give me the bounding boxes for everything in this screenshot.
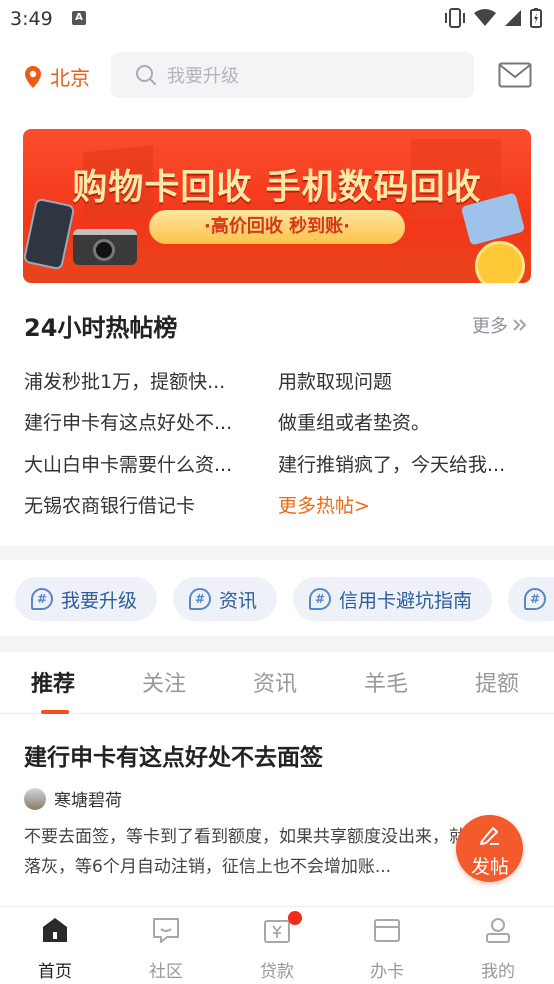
hot-posts-title: 24小时热帖榜: [24, 314, 178, 342]
hot-post-item[interactable]: 用款取现问题: [278, 367, 392, 394]
bottom-nav: 首页 社区 贷款 办卡 我的: [0, 906, 554, 984]
promo-banner[interactable]: 购物卡回收 手机数码回收 ·高价回收 秒到账·: [23, 129, 531, 283]
more-hot-posts-link[interactable]: 更多热帖>: [278, 491, 370, 518]
city-label: 北京: [50, 66, 90, 90]
search-input[interactable]: 我要升级: [111, 52, 474, 98]
nav-home[interactable]: 首页: [15, 915, 95, 982]
feed-tabs: 推荐 关注 资讯 羊毛 提额: [0, 652, 554, 714]
hot-more-label: 更多: [472, 316, 508, 337]
vibrate-icon: [445, 8, 465, 28]
topic-chip[interactable]: # 资讯: [173, 577, 278, 621]
nav-community[interactable]: 社区: [126, 915, 206, 982]
credit-card-icon: [372, 915, 402, 945]
tab-deals[interactable]: 羊毛: [364, 666, 408, 698]
topic-chip-label: 我要升级: [61, 589, 138, 612]
location-selector[interactable]: 北京: [24, 62, 90, 91]
tab-recommend[interactable]: 推荐: [31, 666, 75, 698]
status-time: 3:49: [10, 8, 53, 30]
wallet-yuan-icon: [262, 911, 302, 945]
hot-post-item[interactable]: 建行申卡有这点好处不...: [24, 408, 232, 435]
avatar: [24, 787, 46, 810]
tab-news[interactable]: 资讯: [253, 666, 297, 698]
header: 北京 我要升级: [0, 50, 554, 100]
active-tab-indicator: [41, 710, 69, 714]
double-chevron-right-icon: [513, 319, 527, 331]
hot-post-item[interactable]: 大山白申卡需要什么资...: [24, 450, 232, 477]
banner-subtitle: ·高价回收 秒到账·: [149, 210, 405, 244]
search-placeholder: 我要升级: [167, 66, 239, 87]
hot-post-item[interactable]: 浦发秒批1万，提额快...: [24, 367, 225, 394]
banner-title: 购物卡回收 手机数码回收: [72, 168, 482, 208]
home-icon: [40, 915, 70, 945]
location-pin-icon: [25, 65, 41, 88]
signal-icon: [505, 10, 521, 26]
hot-post-item[interactable]: 建行推销疯了，今天给我...: [278, 450, 505, 477]
nav-label: 办卡: [370, 962, 404, 982]
topic-chip-label: 资讯: [219, 589, 258, 612]
topic-chip[interactable]: #: [508, 577, 554, 621]
nav-label: 社区: [149, 962, 183, 982]
section-divider: [0, 546, 554, 560]
section-divider: [0, 636, 554, 652]
mail-icon[interactable]: [498, 62, 532, 88]
nav-label: 贷款: [260, 962, 294, 982]
topic-hash-icon: #: [189, 588, 212, 610]
hot-post-item[interactable]: 无锡农商银行借记卡: [24, 491, 195, 518]
nav-cards[interactable]: 办卡: [347, 915, 427, 982]
new-post-button[interactable]: 发帖: [456, 815, 523, 882]
search-icon: [136, 65, 156, 85]
tab-limit-increase[interactable]: 提额: [475, 666, 519, 698]
topic-hash-icon: #: [309, 588, 332, 610]
topic-chip-row: # 我要升级 # 资讯 # 信用卡避坑指南 #: [15, 577, 554, 621]
nav-loans[interactable]: 贷款: [237, 911, 317, 982]
notification-a-icon: A: [72, 11, 86, 25]
coin-illustration: [475, 241, 525, 283]
status-bar: 3:49 A: [0, 0, 554, 38]
hot-post-item[interactable]: 做重组或者垫资。: [278, 408, 430, 435]
tab-follow[interactable]: 关注: [142, 666, 186, 698]
topic-chip-label: 信用卡避坑指南: [339, 589, 473, 612]
hot-more-button[interactable]: 更多: [472, 312, 528, 338]
status-icons: [444, 8, 542, 28]
notification-badge: [288, 911, 302, 925]
user-icon: [483, 915, 513, 945]
pencil-icon: [480, 827, 499, 845]
topic-hash-icon: #: [524, 588, 547, 610]
chat-bubble-icon: [151, 915, 181, 945]
nav-profile[interactable]: 我的: [458, 915, 538, 982]
wifi-icon: [474, 9, 496, 26]
topic-hash-icon: #: [31, 588, 53, 610]
camera-lens: [93, 239, 115, 261]
author-name: 寒塘碧荷: [54, 791, 122, 811]
post-title[interactable]: 建行申卡有这点好处不去面签: [24, 738, 323, 772]
nav-label: 我的: [481, 962, 515, 982]
topic-chip[interactable]: # 我要升级: [15, 577, 158, 621]
topic-chip[interactable]: # 信用卡避坑指南: [293, 577, 493, 621]
new-post-label: 发帖: [471, 856, 510, 878]
camera-illustration: [73, 229, 137, 265]
battery-icon: [530, 8, 542, 28]
nav-label: 首页: [38, 962, 72, 982]
post-author[interactable]: 寒塘碧荷: [24, 786, 122, 811]
post-body[interactable]: 不要去面签，等卡到了看到额度，如果共享额度没出来，就扔抽屉落灰，等6个月自动注销…: [24, 822, 524, 882]
